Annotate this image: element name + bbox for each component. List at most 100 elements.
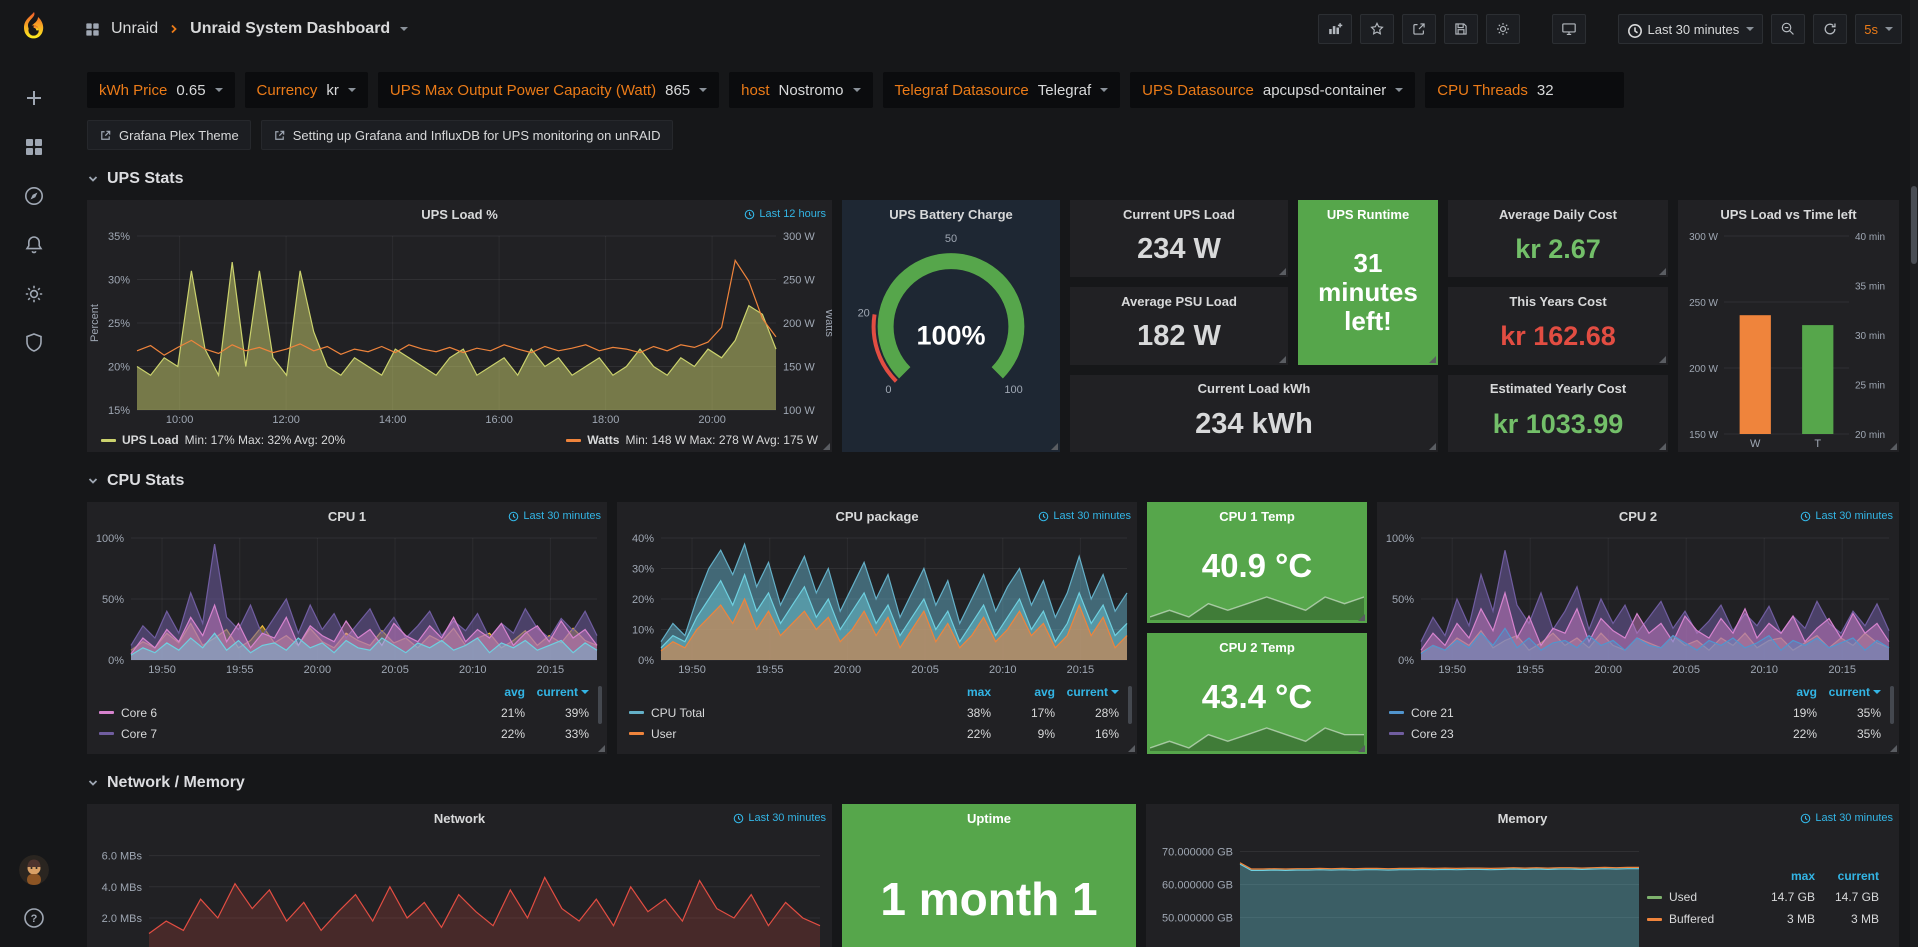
- add-icon[interactable]: [23, 87, 45, 109]
- explore-icon[interactable]: [23, 185, 45, 207]
- panel-time-range[interactable]: Last 30 minutes: [1038, 510, 1131, 522]
- legend-sort-max[interactable]: max: [927, 685, 991, 699]
- svg-text:50%: 50%: [1392, 594, 1414, 606]
- panel-time-range[interactable]: Last 12 hours: [744, 208, 826, 220]
- panel-title[interactable]: Average Daily Cost: [1499, 207, 1617, 222]
- svg-text:0%: 0%: [108, 655, 124, 667]
- cycle-view-mode-button[interactable]: [1552, 14, 1586, 44]
- ups-load-chart[interactable]: PercentWatts15%20%25%30%35%100 W150 W200…: [87, 228, 832, 428]
- dashboard-link-grafana-plex-theme[interactable]: Grafana Plex Theme: [87, 120, 251, 150]
- svg-text:20 min: 20 min: [1855, 430, 1885, 441]
- user-avatar[interactable]: [19, 855, 49, 885]
- dashboards-icon[interactable]: [23, 136, 45, 158]
- panel-time-range[interactable]: Last 30 minutes: [733, 812, 826, 824]
- panel-title[interactable]: Current UPS Load: [1123, 207, 1235, 222]
- panel-title[interactable]: Average PSU Load: [1121, 294, 1237, 309]
- cpu2-chart[interactable]: 0%50%100%19:5019:5520:0020:0520:1020:15: [1377, 530, 1899, 678]
- panel-title[interactable]: UPS Battery Charge: [889, 207, 1013, 222]
- legend-sort-current[interactable]: current: [525, 685, 589, 699]
- variable-ups-datasource[interactable]: UPS Datasource apcupsd-container: [1130, 72, 1415, 108]
- panel-title[interactable]: Current Load kWh: [1198, 381, 1311, 396]
- panel-time-range[interactable]: Last 30 minutes: [508, 510, 601, 522]
- variable-telegraf-datasource[interactable]: Telegraf Datasource Telegraf: [883, 72, 1121, 108]
- legend-sort-avg[interactable]: avg: [991, 685, 1055, 699]
- variable-cpu-threads-input[interactable]: CPU Threads 32: [1425, 72, 1623, 108]
- save-button[interactable]: [1444, 14, 1478, 44]
- network-chart[interactable]: 2.0 MBs4.0 MBs6.0 MBs: [87, 832, 832, 947]
- legend-sort-avg[interactable]: avg: [461, 685, 525, 699]
- panel-title[interactable]: CPU 1: [328, 509, 366, 524]
- chevron-down-icon[interactable]: [400, 27, 408, 31]
- panel-title[interactable]: CPU 2: [1619, 509, 1657, 524]
- svg-text:16:00: 16:00: [485, 414, 513, 426]
- panel-title[interactable]: CPU 1 Temp: [1219, 509, 1295, 524]
- apps-grid-icon[interactable]: [84, 21, 101, 38]
- dashboard-title[interactable]: Unraid System Dashboard: [190, 20, 390, 38]
- ups-load-vs-time-chart[interactable]: 150 W200 W250 W300 W20 min25 min30 min35…: [1678, 228, 1899, 452]
- svg-text:20:00: 20:00: [1594, 664, 1622, 676]
- help-icon[interactable]: ?: [23, 907, 45, 929]
- section-network-memory[interactable]: Network / Memory: [87, 774, 1899, 792]
- svg-text:20:05: 20:05: [381, 664, 409, 676]
- legend-item[interactable]: Watts Min: 148 W Max: 278 W Avg: 175 W: [566, 433, 818, 447]
- zoom-out-button[interactable]: [1771, 14, 1805, 44]
- svg-text:40 min: 40 min: [1855, 232, 1885, 243]
- panel-time-range[interactable]: Last 30 minutes: [1800, 510, 1893, 522]
- legend-scrollbar[interactable]: [1890, 686, 1894, 724]
- refresh-interval-picker[interactable]: 5s: [1855, 14, 1902, 44]
- legend-sort-current[interactable]: current: [1055, 685, 1119, 699]
- variable-ups-max-output[interactable]: UPS Max Output Power Capacity (Watt) 865: [378, 72, 719, 108]
- scrollbar-thumb[interactable]: [1911, 186, 1917, 264]
- breadcrumb-app[interactable]: Unraid: [111, 20, 158, 38]
- variable-currency[interactable]: Currency kr: [245, 72, 368, 108]
- panel-title[interactable]: UPS Runtime: [1327, 207, 1409, 222]
- panel-ups-battery-charge: UPS Battery Charge 02050100100%: [842, 200, 1060, 452]
- panel-title[interactable]: CPU package: [835, 509, 918, 524]
- legend-scrollbar[interactable]: [598, 686, 602, 724]
- panel-title[interactable]: UPS Load vs Time left: [1720, 207, 1856, 222]
- variable-kwh-price[interactable]: kWh Price 0.65: [87, 72, 235, 108]
- panel-title[interactable]: Uptime: [967, 811, 1011, 826]
- legend-row: CPU Total 38% 17% 28%: [629, 702, 1119, 723]
- panel-title[interactable]: Network: [434, 811, 485, 826]
- cpu1-chart[interactable]: 0%50%100%19:5019:5520:0020:0520:1020:15: [87, 530, 607, 678]
- battery-gauge: 02050100100%: [842, 228, 1060, 452]
- legend-item[interactable]: UPS Load Min: 17% Max: 32% Avg: 20%: [101, 433, 345, 447]
- cpu1-temp-sparkline: [1150, 594, 1364, 620]
- cpu-package-chart[interactable]: 0%10%20%30%40%19:5019:5520:0020:0520:102…: [617, 530, 1137, 678]
- section-cpu-stats[interactable]: CPU Stats: [87, 472, 1899, 490]
- svg-text:10%: 10%: [632, 625, 654, 637]
- dashboard-link-ups-monitoring-guide[interactable]: Setting up Grafana and InfluxDB for UPS …: [261, 120, 673, 150]
- panel-time-range[interactable]: Last 30 minutes: [1800, 812, 1893, 824]
- page-scrollbar[interactable]: [1910, 0, 1918, 947]
- memory-chart[interactable]: 50.000000 GB60.000000 GB70.000000 GB: [1146, 832, 1647, 947]
- clock-icon: [1800, 511, 1811, 522]
- svg-text:50%: 50%: [102, 594, 124, 606]
- panel-title[interactable]: Memory: [1498, 811, 1548, 826]
- svg-text:20:00: 20:00: [304, 664, 332, 676]
- refresh-button[interactable]: [1813, 14, 1847, 44]
- legend-sort-current[interactable]: current: [1815, 869, 1879, 883]
- legend-sort-avg[interactable]: avg: [1753, 685, 1817, 699]
- dashboard-settings-button[interactable]: [1486, 14, 1520, 44]
- panel-title[interactable]: This Years Cost: [1509, 294, 1606, 309]
- panel-title[interactable]: CPU 2 Temp: [1219, 640, 1295, 655]
- series-dash: [629, 732, 644, 735]
- add-panel-button[interactable]: [1318, 14, 1352, 44]
- legend-sort-max[interactable]: max: [1751, 869, 1815, 883]
- star-button[interactable]: [1360, 14, 1394, 44]
- panel-title[interactable]: Estimated Yearly Cost: [1490, 381, 1626, 396]
- alerting-bell-icon[interactable]: [23, 234, 45, 256]
- grafana-logo[interactable]: [14, 9, 54, 49]
- variable-host[interactable]: host Nostromo: [729, 72, 872, 108]
- share-button[interactable]: [1402, 14, 1436, 44]
- stat-value: 234 W: [1070, 228, 1288, 277]
- panel-title[interactable]: UPS Load %: [421, 207, 498, 222]
- time-range-picker[interactable]: Last 30 minutes: [1618, 14, 1763, 44]
- stat-value: kr 2.67: [1448, 228, 1668, 277]
- legend-sort-current[interactable]: current: [1817, 685, 1881, 699]
- server-admin-shield-icon[interactable]: [23, 332, 45, 354]
- legend-scrollbar[interactable]: [1128, 686, 1132, 724]
- configuration-gear-icon[interactable]: [23, 283, 45, 305]
- section-ups-stats[interactable]: UPS Stats: [87, 170, 1899, 188]
